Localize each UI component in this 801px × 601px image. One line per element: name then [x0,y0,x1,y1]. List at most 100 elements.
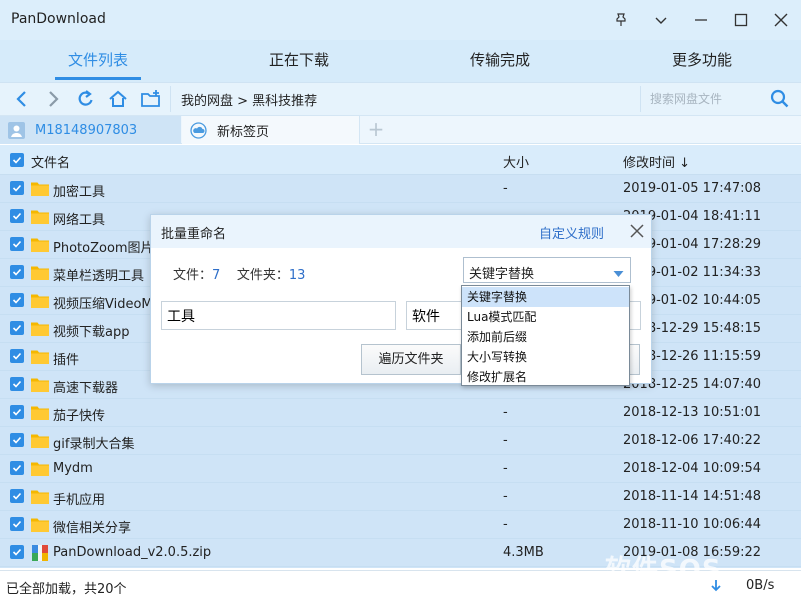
file-name: 菜单栏透明工具 [53,269,145,284]
files-label: 文件： [173,268,213,283]
folder-icon [31,209,49,224]
folder-icon [31,265,49,280]
search-icon[interactable] [769,88,791,110]
forward-icon[interactable] [41,87,65,111]
file-name: 加密工具 [53,185,106,200]
dialog-header: 批量重命名 自定义规则 [151,215,651,248]
minimize-icon[interactable] [688,8,714,32]
file-size: - [503,517,508,532]
table-row[interactable]: Mydm - 2018-12-04 10:09:54 [0,455,801,483]
status-text: 已全部加载，共20个 [6,582,127,597]
file-name: 微信相关分享 [53,521,132,536]
row-checkbox[interactable] [10,433,24,447]
folder-icon [31,517,49,532]
row-checkbox[interactable] [10,321,24,335]
zip-archive-icon [31,545,49,561]
close-icon[interactable] [768,8,794,32]
find-text-input[interactable] [161,301,396,330]
row-checkbox[interactable] [10,377,24,391]
file-size: - [503,433,508,448]
tab-more-features[interactable]: 更多功能 [627,40,777,82]
app-title: PanDownload [11,11,106,27]
row-checkbox[interactable] [10,405,24,419]
table-row[interactable]: 茄子快传 - 2018-12-13 10:51:01 [0,399,801,427]
folder-icon [31,321,49,336]
file-name: 插件 [53,353,80,368]
dropdown-option[interactable]: 关键字替换 [462,287,629,307]
back-icon[interactable] [10,87,34,111]
dropdown-option[interactable]: 添加前后缀 [462,327,629,347]
tab-downloading[interactable]: 正在下载 [224,40,374,82]
file-name: 茄子快传 [53,409,106,424]
folders-label: 文件夹： [236,268,289,283]
title-bar: PanDownload [0,0,801,40]
table-row[interactable]: 微信相关分享 - 2018-11-10 10:06:44 [0,511,801,539]
file-name: PanDownload_v2.0.5.zip [53,545,212,560]
browse-folders-button[interactable]: 遍历文件夹 [361,344,461,375]
refresh-icon[interactable] [74,87,98,111]
cloud-icon [190,121,207,139]
table-row[interactable]: 手机应用 - 2018-11-14 14:51:48 [0,483,801,511]
file-modified: 2018-12-06 17:40:22 [623,433,762,448]
file-name: 高速下载器 [53,381,119,396]
row-checkbox[interactable] [10,237,24,251]
pin-icon[interactable] [608,8,634,32]
row-checkbox[interactable] [10,209,24,223]
maximize-icon[interactable] [728,8,754,32]
folder-icon [31,237,49,252]
main-tabs: 文件列表 正在下载 传输完成 更多功能 [0,40,801,82]
chevron-down-icon[interactable] [648,8,674,32]
folder-icon [31,181,49,196]
folders-count: 13 [288,268,306,283]
tab-file-list[interactable]: 文件列表 [23,40,173,82]
rename-mode-dropdown: 关键字替换 Lua模式匹配 添加前后缀 大小写转换 修改扩展名 [461,285,630,386]
column-size[interactable]: 大小 [503,152,529,171]
search-box [641,86,796,112]
file-size: - [503,405,508,420]
folder-icon [31,405,49,420]
add-tab-button[interactable]: + [365,119,387,140]
row-checkbox[interactable] [10,545,24,559]
select-all-checkbox[interactable] [10,153,24,167]
row-checkbox[interactable] [10,489,24,503]
file-size: - [503,461,508,476]
dropdown-option[interactable]: 修改扩展名 [462,367,629,387]
folder-icon [31,293,49,308]
row-checkbox[interactable] [10,517,24,531]
column-modified[interactable]: 修改时间 ↓ [623,152,690,171]
file-modified: 2019-01-05 17:47:08 [623,181,762,196]
column-name[interactable]: 文件名 [31,152,70,171]
table-row[interactable]: gif录制大合集 - 2018-12-06 17:40:22 [0,427,801,455]
file-name: PhotoZoom图片 [53,241,154,256]
tab-completed[interactable]: 传输完成 [425,40,575,82]
search-input[interactable] [641,86,766,112]
file-name: Mydm [53,461,93,476]
dropdown-option[interactable]: Lua模式匹配 [462,307,629,327]
custom-rules-link[interactable]: 自定义规则 [539,223,604,242]
row-checkbox[interactable] [10,265,24,279]
row-checkbox[interactable] [10,181,24,195]
file-modified: 2018-12-04 10:09:54 [623,461,762,476]
new-folder-icon[interactable] [139,87,163,111]
folder-icon [31,377,49,392]
files-count: 7 [212,268,221,283]
file-modified: 2018-11-14 14:51:48 [623,489,762,504]
home-icon[interactable] [106,87,130,111]
tab-new-tab[interactable]: 新标签页 [182,116,360,144]
new-tab-label: 新标签页 [217,124,270,140]
rename-mode-value: 关键字替换 [469,267,535,282]
file-name: gif录制大合集 [53,437,135,452]
row-checkbox[interactable] [10,349,24,363]
rename-mode-select[interactable]: 关键字替换 [463,257,631,283]
breadcrumb[interactable]: 我的网盘 > 黑科技推荐 [181,90,317,109]
page-tabs: M18148907803 新标签页 + [0,115,801,144]
selection-counts: 文件：7 文件夹：13 [173,264,305,283]
file-modified: 2018-11-10 10:06:44 [623,517,762,532]
row-checkbox[interactable] [10,461,24,475]
tab-user-account[interactable]: M18148907803 [0,116,181,144]
row-checkbox[interactable] [10,293,24,307]
close-icon[interactable] [627,221,647,241]
table-row[interactable]: 加密工具 - 2019-01-05 17:47:08 [0,175,801,203]
dropdown-option[interactable]: 大小写转换 [462,347,629,367]
dropdown-arrow-icon [613,267,624,282]
